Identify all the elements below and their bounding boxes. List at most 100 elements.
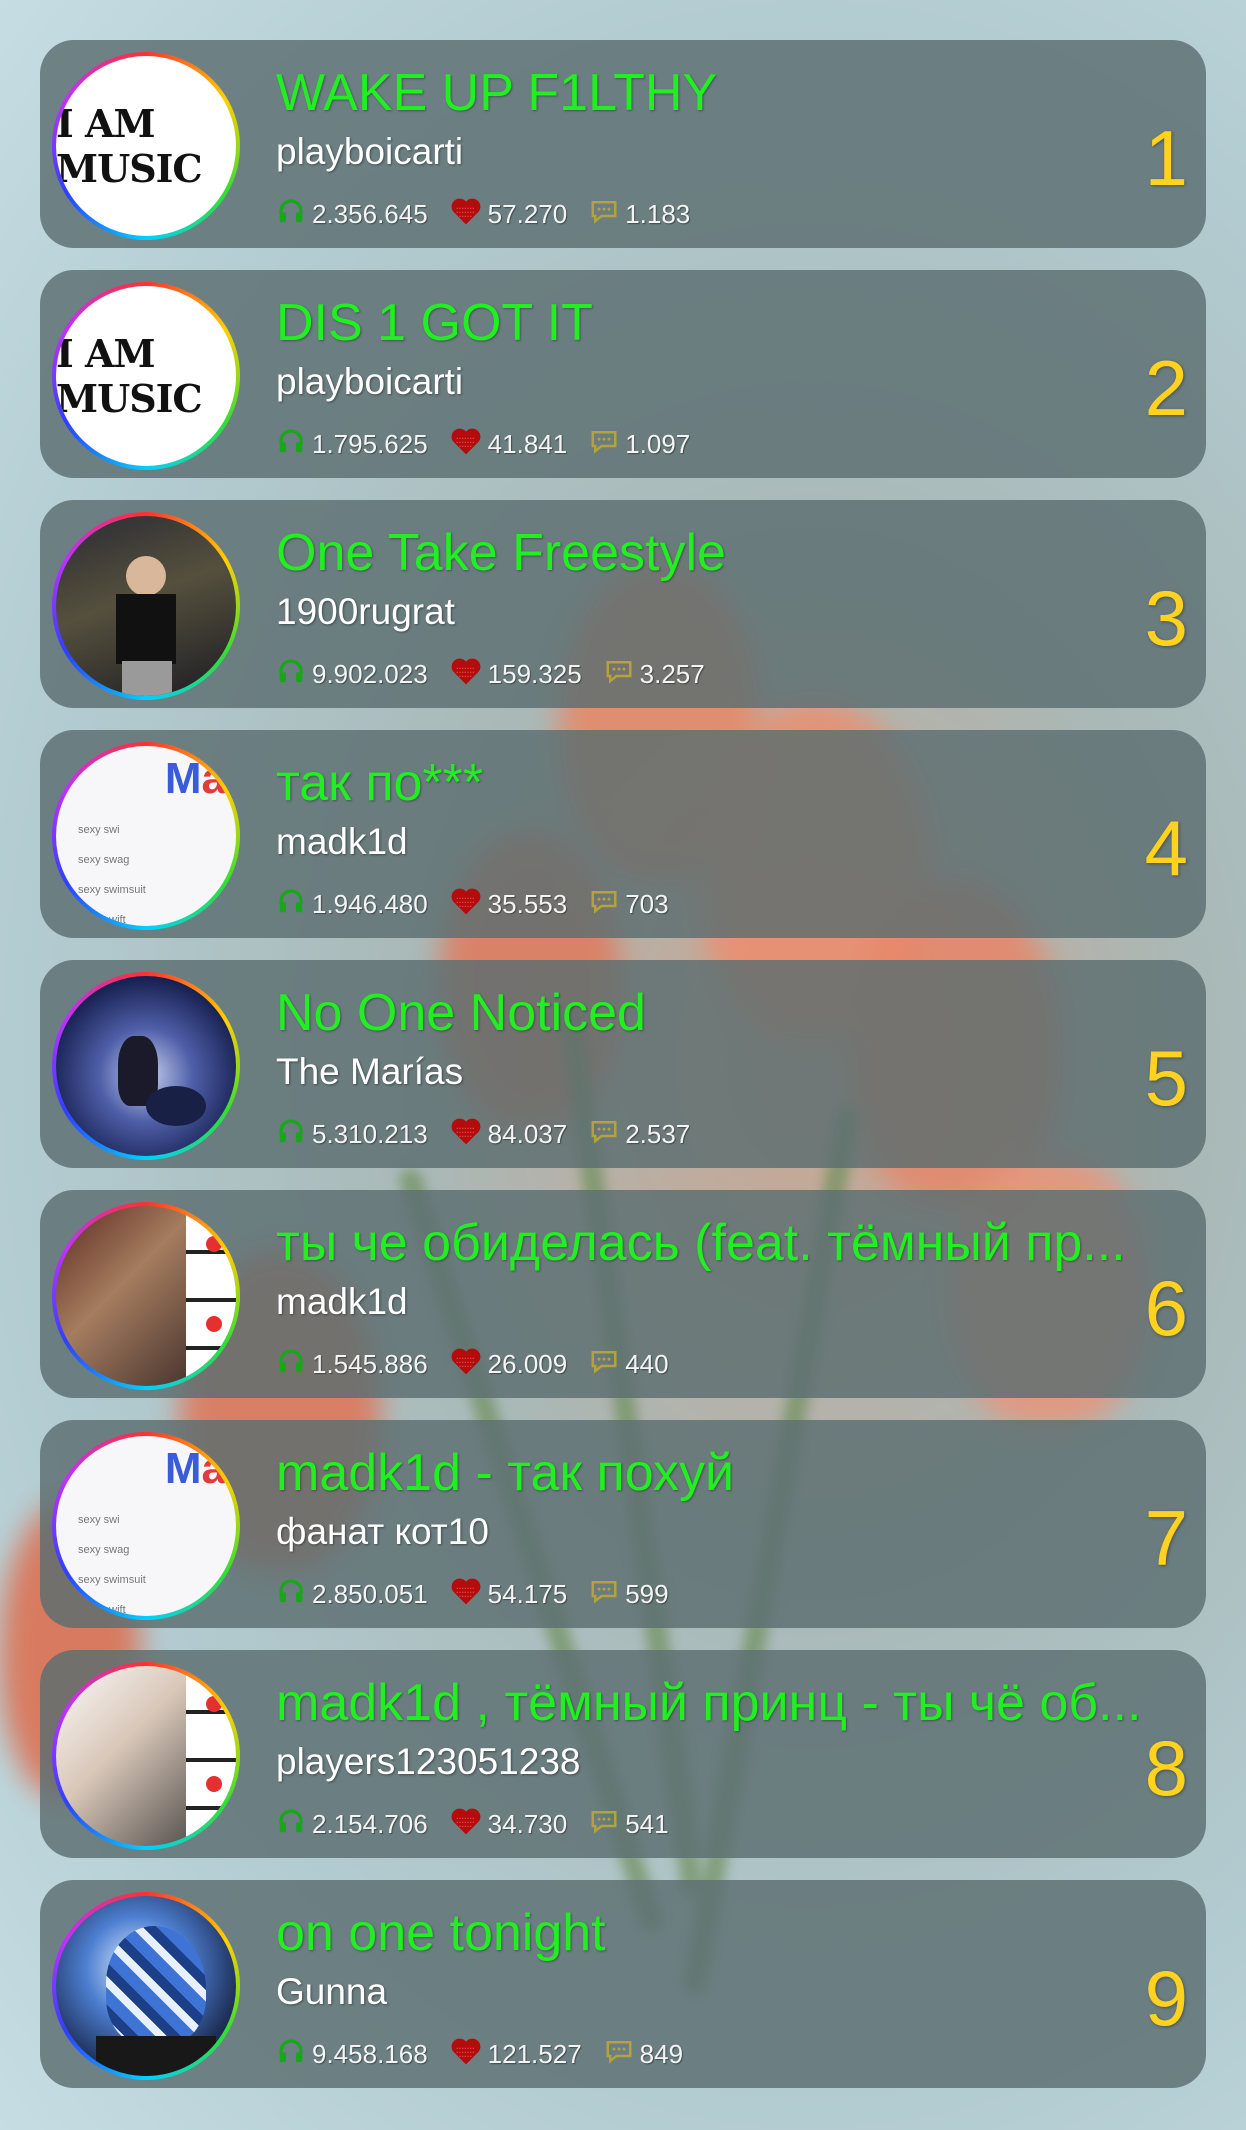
track-title[interactable]: No One Noticed	[276, 982, 1196, 1044]
cover-ring[interactable]	[52, 1202, 240, 1390]
comments-stat: 3.257	[604, 658, 705, 691]
plays-stat: 1.545.886	[276, 1346, 428, 1383]
track-artist[interactable]: фанат кот10	[276, 1510, 489, 1554]
plays-stat: 2.850.051	[276, 1576, 428, 1613]
track-stats: 1.946.480 35.553 703	[276, 884, 691, 924]
track-stats: 2.154.706 34.730 541	[276, 1804, 691, 1844]
cover-art: I AM MUSIC	[56, 56, 236, 236]
comments-count: 440	[625, 1348, 669, 1379]
rank-number: 6	[1144, 1264, 1188, 1352]
track-row[interactable]: I AM MUSIC DIS 1 GOT IT playboicarti 1.795.…	[40, 270, 1206, 478]
cover-ring[interactable]: Ma sexy swi sexy swag sexy swimsuit sexy swi…	[52, 1432, 240, 1620]
track-title[interactable]: WAKE UP F1LTHY	[276, 62, 1196, 124]
headphones-icon	[276, 2036, 312, 2073]
track-title[interactable]: One Take Freestyle	[276, 522, 1196, 584]
track-row[interactable]: ты че обиделась (feat. тёмный пр... madk1…	[40, 1190, 1206, 1398]
likes-count: 159.325	[487, 658, 582, 689]
cover-ring[interactable]	[52, 1662, 240, 1850]
cover-ring[interactable]	[52, 512, 240, 700]
comment-icon	[589, 1578, 625, 1611]
comments-count: 3.257	[639, 658, 705, 689]
headphones-icon	[276, 196, 312, 233]
track-row[interactable]: One Take Freestyle 1900rugrat 9.902.023 159…	[40, 500, 1206, 708]
track-row[interactable]: No One Noticed The Marías 5.310.213 84.037 2…	[40, 960, 1206, 1168]
comment-icon	[589, 198, 625, 231]
rank-number: 9	[1144, 1954, 1188, 2042]
track-stats: 1.795.625 41.841 1.097	[276, 424, 712, 464]
plays-stat: 2.154.706	[276, 1806, 428, 1843]
likes-stat: 35.553	[450, 886, 568, 923]
heart-icon	[450, 2036, 488, 2073]
heart-icon	[450, 1116, 488, 1153]
rank-number: 4	[1144, 804, 1188, 892]
heart-icon	[450, 426, 488, 463]
track-artist[interactable]: madk1d	[276, 1280, 408, 1324]
cover-art	[56, 1666, 236, 1846]
likes-count: 41.841	[487, 428, 568, 459]
track-title[interactable]: madk1d , тёмный принц - ты чё об...	[276, 1672, 1196, 1734]
comments-stat: 2.537	[589, 1118, 690, 1151]
track-artist[interactable]: madk1d	[276, 820, 408, 864]
plays-count: 1.946.480	[312, 888, 428, 919]
track-artist[interactable]: playboicarti	[276, 360, 463, 404]
rank-number: 3	[1144, 574, 1188, 662]
track-row[interactable]: madk1d , тёмный принц - ты чё об... playe…	[40, 1650, 1206, 1858]
cover-text: I AM MUSIC	[56, 101, 203, 191]
plays-stat: 1.946.480	[276, 886, 428, 923]
likes-count: 35.553	[487, 888, 568, 919]
track-artist[interactable]: 1900rugrat	[276, 590, 455, 634]
cover-art	[56, 976, 236, 1156]
search-suggestion: sexy swag	[78, 1544, 130, 1556]
comment-icon	[604, 658, 640, 691]
headphones-icon	[276, 1576, 312, 1613]
likes-stat: 159.325	[450, 656, 582, 693]
cover-ring[interactable]: I AM MUSIC	[52, 52, 240, 240]
cover-text: I AM MUSIC	[56, 331, 203, 421]
heart-icon	[450, 1576, 488, 1613]
headphones-icon	[276, 426, 312, 463]
track-row[interactable]: Ma sexy swi sexy swag sexy swimsuit sexy swi…	[40, 1420, 1206, 1628]
cover-art: Ma sexy swi sexy swag sexy swimsuit sexy swi…	[56, 1436, 236, 1616]
likes-stat: 41.841	[450, 426, 568, 463]
plays-count: 1.795.625	[312, 428, 428, 459]
rank-number: 7	[1144, 1494, 1188, 1582]
track-artist[interactable]: The Marías	[276, 1050, 463, 1094]
track-row[interactable]: on one tonight Gunna 9.458.168 121.527 849 9	[40, 1880, 1206, 2088]
comment-icon	[589, 428, 625, 461]
likes-stat: 57.270	[450, 196, 567, 233]
plays-count: 9.458.168	[312, 2038, 428, 2069]
track-row[interactable]: Ma sexy swi sexy swag sexy swimsuit sexy swi…	[40, 730, 1206, 938]
cover-ring[interactable]	[52, 1892, 240, 2080]
track-stats: 9.458.168 121.527 849	[276, 2034, 705, 2074]
track-title[interactable]: так по***	[276, 752, 1196, 814]
likes-stat: 26.009	[450, 1346, 568, 1383]
cover-art: Ma sexy swi sexy swag sexy swimsuit sexy swi…	[56, 746, 236, 926]
search-suggestion: sexy swimsuit	[78, 884, 146, 896]
search-suggestion: sexy swi	[78, 1514, 120, 1526]
comments-stat: 849	[604, 2038, 683, 2071]
likes-count: 121.527	[487, 2038, 582, 2069]
track-row[interactable]: I AM MUSIC WAKE UP F1LTHY playboicarti 2.35…	[40, 40, 1206, 248]
track-stats: 2.850.051 54.175 599	[276, 1574, 691, 1614]
plays-stat: 1.795.625	[276, 426, 428, 463]
chart-list: I AM MUSIC WAKE UP F1LTHY playboicarti 2.35…	[40, 40, 1206, 2110]
cover-ring[interactable]: Ma sexy swi sexy swag sexy swimsuit sexy swi…	[52, 742, 240, 930]
cover-ring[interactable]: I AM MUSIC	[52, 282, 240, 470]
track-artist[interactable]: players123051238	[276, 1740, 580, 1784]
comments-count: 1.097	[625, 428, 691, 459]
track-title[interactable]: ты че обиделась (feat. тёмный пр...	[276, 1212, 1196, 1274]
cover-ring[interactable]	[52, 972, 240, 1160]
track-title[interactable]: DIS 1 GOT IT	[276, 292, 1196, 354]
plays-count: 2.850.051	[312, 1578, 428, 1609]
track-artist[interactable]: Gunna	[276, 1970, 387, 2014]
likes-count: 26.009	[487, 1348, 568, 1379]
likes-count: 84.037	[487, 1118, 568, 1149]
rank-number: 5	[1144, 1034, 1188, 1122]
track-title[interactable]: madk1d - так похуй	[276, 1442, 1196, 1504]
plays-stat: 2.356.645	[276, 196, 428, 233]
search-suggestion: sexy swift	[78, 914, 126, 926]
heart-icon	[450, 1806, 488, 1843]
track-artist[interactable]: playboicarti	[276, 130, 463, 174]
search-suggestion: sexy swag	[78, 854, 130, 866]
track-title[interactable]: on one tonight	[276, 1902, 1196, 1964]
